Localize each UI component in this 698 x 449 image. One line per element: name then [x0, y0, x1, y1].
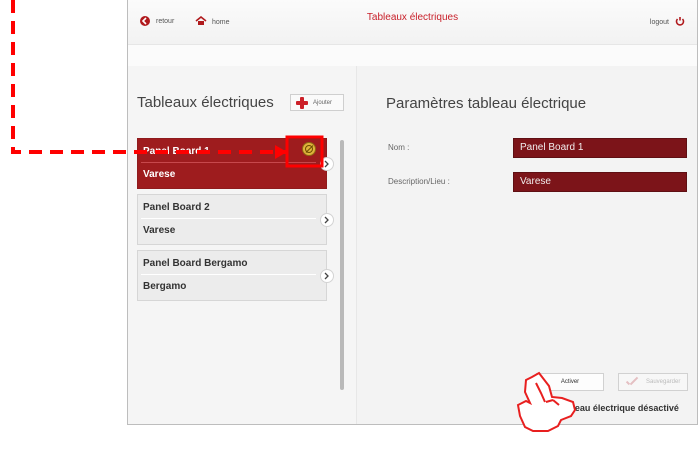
- highlight-box: [285, 135, 324, 168]
- dashed-guide-line: [11, 0, 286, 154]
- hand-pointer-icon: [516, 371, 577, 432]
- overlay-graphics: [11, 0, 577, 432]
- tutorial-screenshot: retour home Tableaux électriques logout: [0, 0, 698, 449]
- guide-arrowhead: [275, 145, 287, 159]
